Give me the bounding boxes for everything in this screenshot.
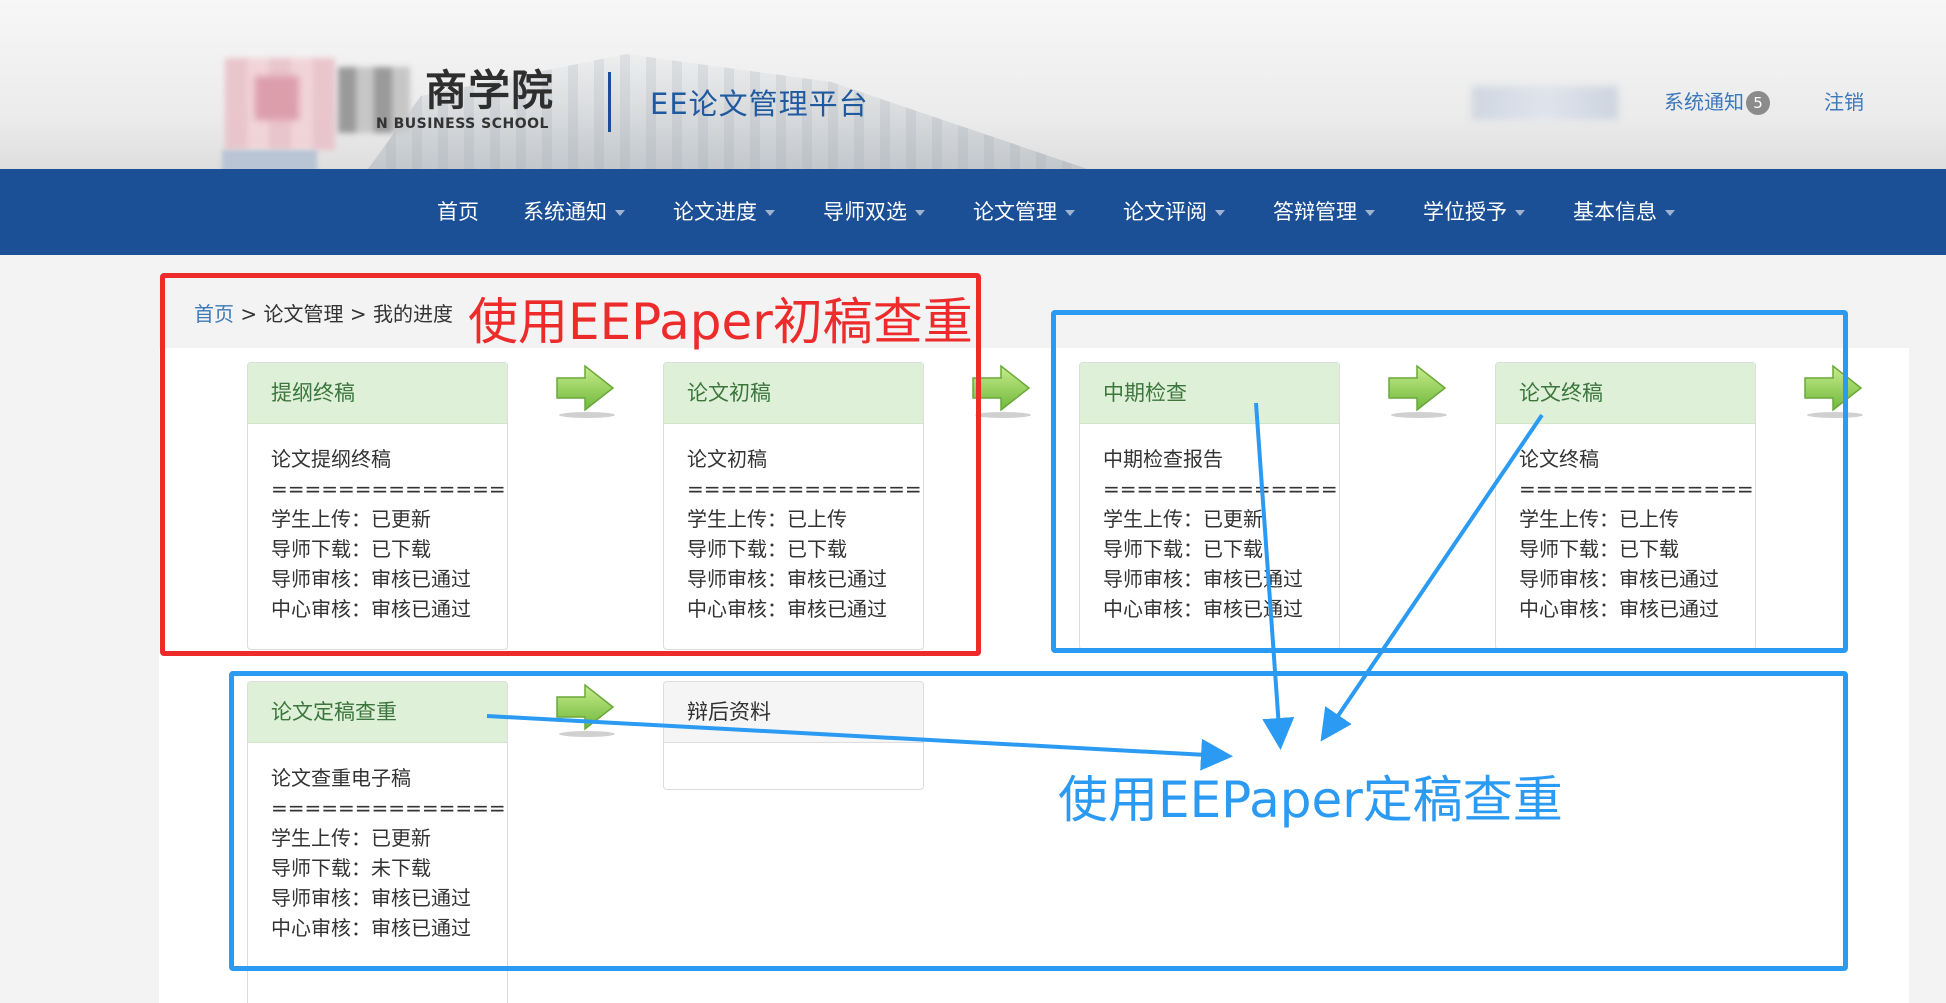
annotation-arrow-plagiarism-check — [486, 714, 1233, 771]
annotation-arrows — [486, 402, 1544, 771]
annotation-arrow-midterm — [1254, 402, 1295, 750]
annotation-arrow-final-draft — [1320, 413, 1544, 742]
